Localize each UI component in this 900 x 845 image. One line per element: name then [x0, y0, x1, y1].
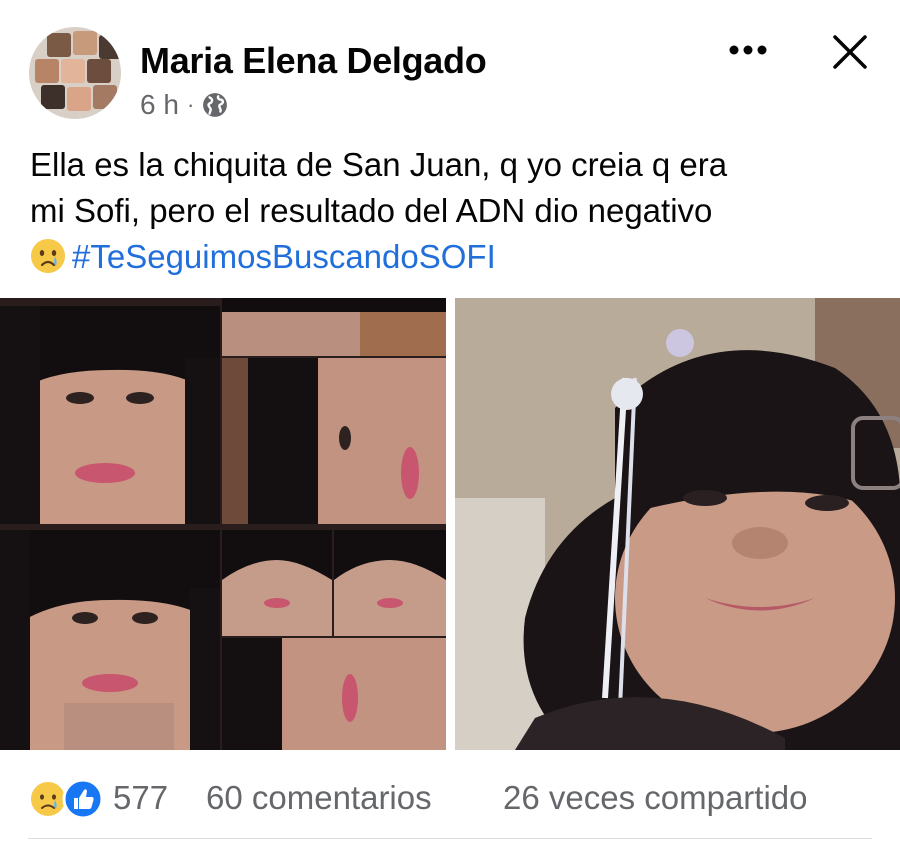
post-photos	[0, 298, 900, 750]
globe-icon[interactable]	[202, 92, 228, 118]
close-button[interactable]	[824, 26, 876, 78]
like-reaction-icon	[62, 778, 104, 820]
reactions-icons[interactable]	[28, 778, 108, 820]
girl-photo[interactable]	[455, 298, 900, 750]
close-icon	[833, 35, 867, 69]
sad-reaction-icon	[29, 780, 67, 818]
post-stats: 577 60 comentarios 26 veces compartido	[0, 770, 900, 828]
photo-collage[interactable]	[0, 298, 446, 750]
comments-count[interactable]: 60 comentarios	[206, 779, 432, 817]
collage-image	[0, 298, 446, 750]
avatar[interactable]	[29, 27, 121, 119]
author-name[interactable]: Maria Elena Delgado	[140, 40, 487, 82]
post-text-line-1: Ella es la chiquita de San Juan, q yo cr…	[30, 146, 728, 183]
post-text: Ella es la chiquita de San Juan, q yo cr…	[30, 142, 880, 280]
more-horizontal-icon	[729, 45, 767, 55]
hashtag-link[interactable]: #TeSeguimosBuscandoSOFI	[72, 238, 496, 275]
post-header: Maria Elena Delgado 6 h ·	[0, 0, 900, 135]
post-text-line-2: mi Sofi, pero el resultado del ADN dio n…	[30, 192, 713, 229]
more-options-button[interactable]	[722, 28, 774, 72]
shares-count[interactable]: 26 veces compartido	[503, 779, 808, 817]
divider	[28, 838, 872, 839]
post-meta: 6 h ·	[140, 88, 228, 122]
post-time[interactable]: 6 h	[140, 89, 179, 121]
reaction-count[interactable]: 577	[113, 779, 168, 817]
meta-separator: ·	[186, 92, 195, 117]
portrait-image	[455, 298, 900, 750]
crying-face-emoji	[31, 239, 65, 273]
post-text-line-3: #TeSeguimosBuscandoSOFI	[30, 234, 880, 280]
